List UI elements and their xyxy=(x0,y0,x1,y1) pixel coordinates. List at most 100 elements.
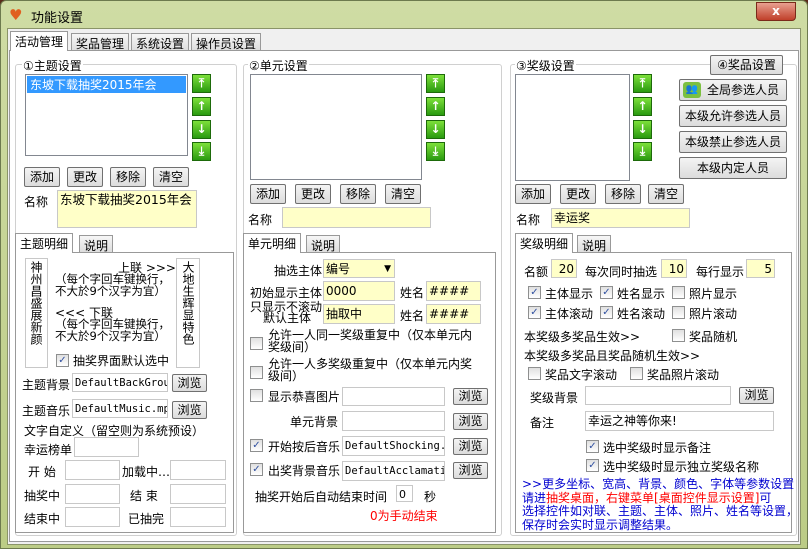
ending-input[interactable] xyxy=(65,507,120,527)
start-music-input[interactable]: DefaultShocking.mp3 xyxy=(342,436,445,456)
init-name-input[interactable]: #### xyxy=(426,281,481,301)
scroll-photo-label: 照片滚动 xyxy=(689,307,738,321)
tab-unit-explain[interactable]: 说明 xyxy=(306,235,341,253)
level-remove-button[interactable]: 移除 xyxy=(605,184,641,204)
move-down-icon[interactable]: ↓ xyxy=(633,120,652,139)
theme-bg-browse-button[interactable]: 浏览 xyxy=(172,374,207,392)
show-level-name-checkbox[interactable]: ✓ xyxy=(586,459,599,472)
move-down-icon[interactable]: ↓ xyxy=(426,120,445,139)
prize-photo-scroll-checkbox[interactable] xyxy=(630,367,643,380)
finished-input[interactable] xyxy=(170,507,226,527)
theme-music-browse-button[interactable]: 浏览 xyxy=(172,401,207,419)
theme-clear-button[interactable]: 清空 xyxy=(153,167,189,187)
draw-subject-select[interactable]: 编号 ▼ xyxy=(323,259,395,278)
theme-remove-button[interactable]: 移除 xyxy=(110,167,146,187)
level-name-input[interactable]: 幸运奖 xyxy=(551,208,690,228)
default-selected-checkbox[interactable]: ✓ xyxy=(56,354,69,367)
static-name-input[interactable]: #### xyxy=(426,304,481,324)
forbid-people-button[interactable]: 本级禁止参选人员 xyxy=(679,131,787,153)
quota-input[interactable]: 20 xyxy=(551,259,577,278)
end-input[interactable] xyxy=(170,484,226,504)
tab-activity[interactable]: 活动管理 xyxy=(10,31,69,51)
award-music-browse-button[interactable]: 浏览 xyxy=(453,462,488,479)
prize-random-checkbox[interactable] xyxy=(672,329,685,342)
prize-settings-button[interactable]: ④奖品设置 xyxy=(710,55,783,75)
move-up-icon[interactable]: ↑ xyxy=(426,97,445,116)
tab-level-detail[interactable]: 奖级明细 xyxy=(515,233,574,253)
scroll-photo-checkbox[interactable] xyxy=(672,306,685,319)
scroll-name-checkbox[interactable]: ✓ xyxy=(600,306,613,319)
drawing-input[interactable] xyxy=(65,484,120,504)
tip-text: 可 xyxy=(759,490,772,505)
auto-end-input[interactable]: 0 xyxy=(396,485,413,502)
move-down-icon[interactable]: ↓ xyxy=(192,120,211,139)
tab-theme-explain[interactable]: 说明 xyxy=(79,235,114,253)
level-list[interactable] xyxy=(515,74,630,181)
move-bottom-icon[interactable]: ⤓ xyxy=(633,142,652,161)
tab-system[interactable]: 系统设置 xyxy=(131,33,190,51)
move-up-icon[interactable]: ↑ xyxy=(633,97,652,116)
init-subject-input[interactable]: 0000 xyxy=(323,281,395,301)
unit-list[interactable] xyxy=(250,74,422,180)
move-bottom-icon[interactable]: ⤓ xyxy=(426,142,445,161)
fixed-people-button[interactable]: 本级内定人员 xyxy=(679,157,787,179)
show-subject-checkbox[interactable]: ✓ xyxy=(528,286,541,299)
static-subject-input[interactable]: 抽取中 xyxy=(323,304,395,324)
theme-list-item[interactable]: 东坡下载抽奖2015年会 xyxy=(27,76,186,93)
remark-input[interactable]: 幸运之神等你来! xyxy=(585,411,774,431)
scroll-subject-checkbox[interactable]: ✓ xyxy=(528,306,541,319)
show-name-checkbox[interactable]: ✓ xyxy=(600,286,613,299)
level-bg-input[interactable] xyxy=(585,386,731,405)
move-top-icon[interactable]: ⤒ xyxy=(426,74,445,93)
award-music-input[interactable]: DefaultAcclamation xyxy=(342,461,445,481)
move-bottom-icon[interactable]: ⤓ xyxy=(192,142,211,161)
per-draw-input[interactable]: 10 xyxy=(661,259,687,278)
show-photo-checkbox[interactable] xyxy=(672,286,685,299)
move-top-icon[interactable]: ⤒ xyxy=(633,74,652,93)
loading-input[interactable] xyxy=(170,460,226,480)
level-add-button[interactable]: 添加 xyxy=(515,184,551,204)
theme-bg-input[interactable]: DefaultBackGrou xyxy=(72,373,168,392)
prize-random-label: 奖品随机 xyxy=(689,330,738,344)
level-bg-browse-button[interactable]: 浏览 xyxy=(739,387,774,404)
allow-multi-level-checkbox[interactable] xyxy=(250,366,263,379)
allow-same-level-checkbox[interactable] xyxy=(250,337,263,350)
allow-people-button[interactable]: 本级允许参选人员 xyxy=(679,105,787,127)
unit-remove-button[interactable]: 移除 xyxy=(340,184,376,204)
tab-operators[interactable]: 操作员设置 xyxy=(191,33,262,51)
start-music-browse-button[interactable]: 浏览 xyxy=(453,438,488,455)
lucky-list-input[interactable] xyxy=(74,437,139,457)
close-button[interactable]: x xyxy=(756,2,796,21)
start-music-checkbox[interactable]: ✓ xyxy=(250,439,263,452)
congrats-pic-checkbox[interactable] xyxy=(250,389,263,402)
theme-add-button[interactable]: 添加 xyxy=(24,167,60,187)
show-remark-checkbox[interactable]: ✓ xyxy=(586,440,599,453)
theme-list[interactable]: 东坡下载抽奖2015年会 xyxy=(25,74,188,156)
unit-edit-button[interactable]: 更改 xyxy=(295,184,331,204)
per-row-input[interactable]: 5 xyxy=(746,259,775,278)
lower-couplet-input[interactable]: 大地生辉显特色 xyxy=(176,258,200,368)
start-input[interactable] xyxy=(65,460,120,480)
tab-theme-detail[interactable]: 主题明细 xyxy=(15,233,74,253)
tab-unit-detail[interactable]: 单元明细 xyxy=(243,233,302,253)
tab-prizes[interactable]: 奖品管理 xyxy=(71,33,130,51)
congrats-pic-browse-button[interactable]: 浏览 xyxy=(453,388,488,405)
unit-clear-button[interactable]: 清空 xyxy=(385,184,421,204)
unit-bg-browse-button[interactable]: 浏览 xyxy=(453,413,488,430)
prize-text-scroll-checkbox[interactable] xyxy=(528,367,541,380)
theme-name-input[interactable]: 东坡下载抽奖2015年会 xyxy=(57,190,197,228)
tab-level-explain[interactable]: 说明 xyxy=(577,235,612,253)
level-clear-button[interactable]: 清空 xyxy=(648,184,684,204)
congrats-pic-input[interactable] xyxy=(342,387,445,406)
unit-add-button[interactable]: 添加 xyxy=(250,184,286,204)
unit-name-input[interactable] xyxy=(282,207,431,228)
theme-edit-button[interactable]: 更改 xyxy=(67,167,103,187)
theme-music-input[interactable]: DefaultMusic.mp3 xyxy=(72,399,168,418)
move-top-icon[interactable]: ⤒ xyxy=(192,74,211,93)
upper-couplet-input[interactable]: 神州昌盛展新颜 xyxy=(25,258,48,368)
move-up-icon[interactable]: ↑ xyxy=(192,97,211,116)
global-people-button[interactable]: 👥 全局参选人员 xyxy=(679,79,787,101)
award-music-checkbox[interactable]: ✓ xyxy=(250,463,263,476)
level-edit-button[interactable]: 更改 xyxy=(560,184,596,204)
unit-bg-input[interactable] xyxy=(342,411,445,431)
